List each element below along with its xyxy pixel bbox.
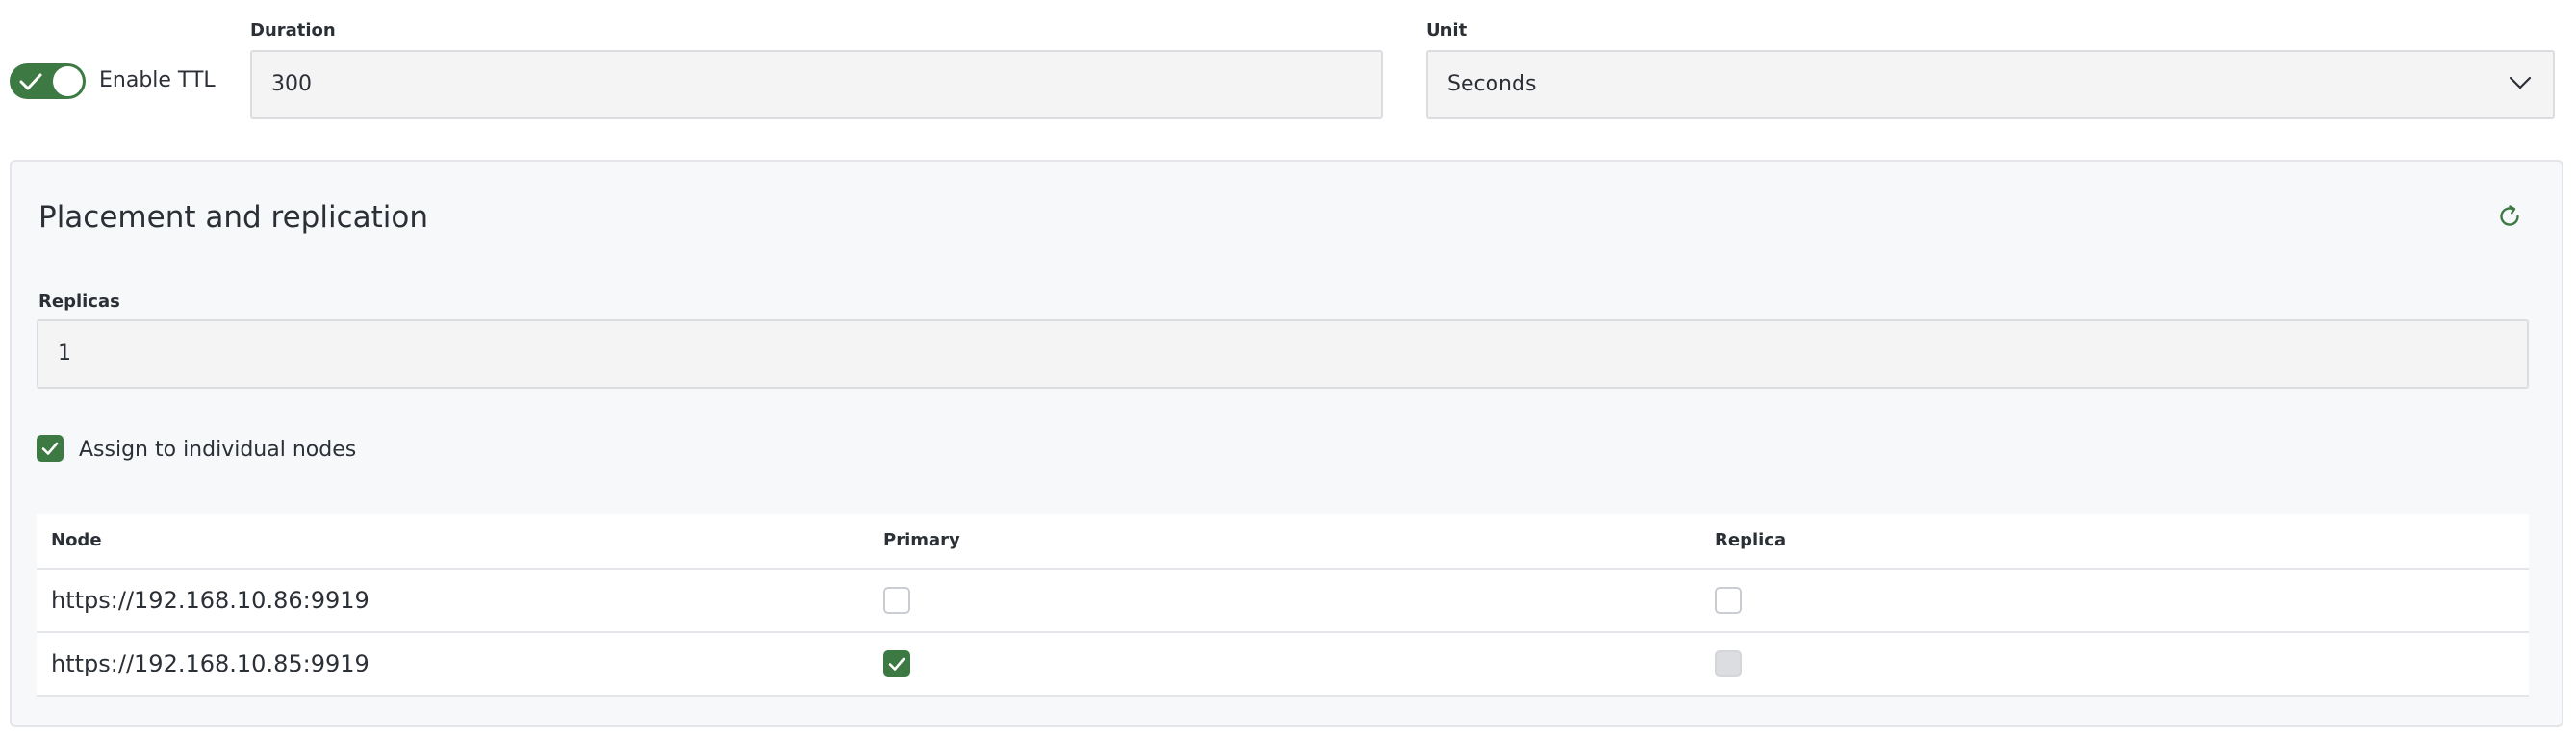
replicas-input[interactable]: 1 bbox=[37, 319, 2529, 389]
primary-checkbox[interactable] bbox=[883, 587, 910, 614]
column-header-node: Node bbox=[51, 530, 102, 550]
primary-checkbox[interactable] bbox=[883, 650, 910, 677]
column-header-replica: Replica bbox=[1715, 530, 1787, 550]
refresh-icon[interactable] bbox=[2496, 203, 2523, 230]
check-icon bbox=[888, 657, 905, 671]
enable-ttl-label: Enable TTL bbox=[99, 68, 216, 92]
chevron-down-icon bbox=[2509, 76, 2532, 89]
table-row: https://192.168.10.85:9919 bbox=[37, 631, 2529, 695]
table-bottom-border bbox=[37, 695, 2529, 697]
table-row: https://192.168.10.86:9919 bbox=[37, 568, 2529, 631]
toggle-knob bbox=[53, 66, 83, 96]
unit-select-value: Seconds bbox=[1447, 72, 1537, 96]
column-header-primary: Primary bbox=[883, 530, 960, 550]
node-url: https://192.168.10.86:9919 bbox=[51, 587, 370, 614]
assign-nodes-label: Assign to individual nodes bbox=[79, 438, 357, 462]
panel-title: Placement and replication bbox=[38, 200, 428, 235]
replicas-label: Replicas bbox=[38, 291, 120, 312]
node-url: https://192.168.10.85:9919 bbox=[51, 650, 370, 677]
check-icon bbox=[41, 442, 59, 455]
nodes-table: Node Primary Replica https://192.168.10.… bbox=[37, 514, 2529, 697]
assign-nodes-checkbox[interactable] bbox=[37, 435, 64, 462]
check-icon bbox=[19, 73, 42, 90]
unit-select[interactable]: Seconds bbox=[1426, 50, 2555, 119]
duration-label: Duration bbox=[250, 20, 336, 40]
replica-checkbox-disabled bbox=[1715, 650, 1742, 677]
enable-ttl-toggle[interactable] bbox=[10, 63, 86, 99]
replica-checkbox[interactable] bbox=[1715, 587, 1742, 614]
unit-label: Unit bbox=[1426, 20, 1467, 40]
duration-input[interactable]: 300 bbox=[250, 50, 1383, 119]
